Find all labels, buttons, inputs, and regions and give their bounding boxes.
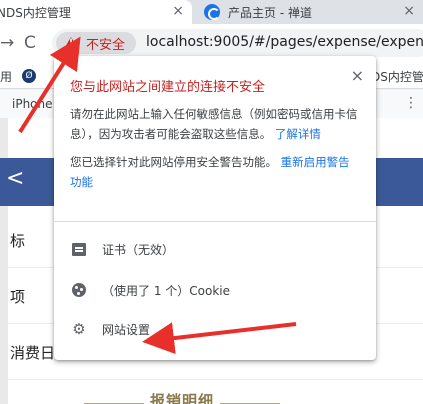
annotation-arrow-chip (18, 36, 81, 134)
annotation-arrow-settings (142, 322, 297, 355)
annotation-arrows (18, 36, 297, 355)
